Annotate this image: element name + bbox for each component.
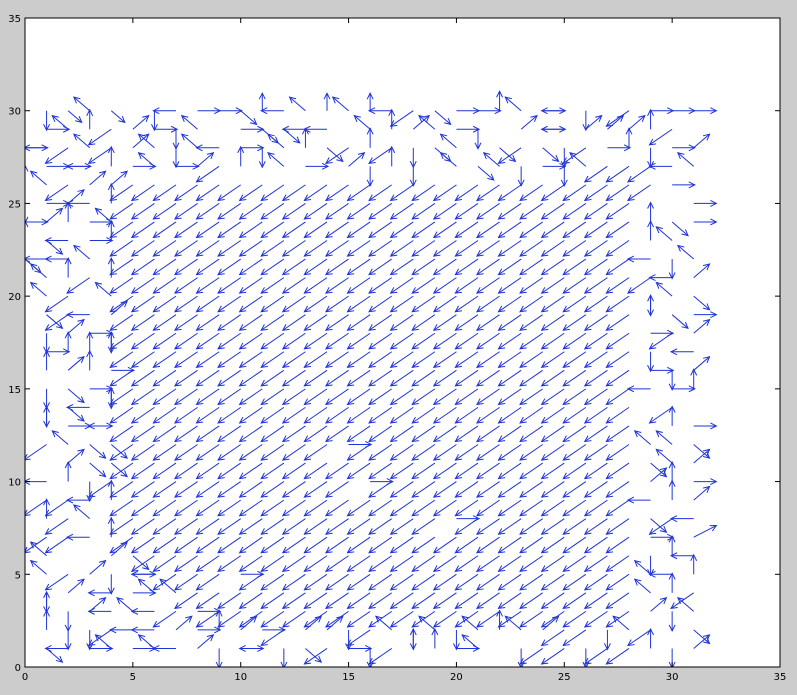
y-tick-label: 10 [8, 478, 21, 489]
x-tick-label: 20 [450, 672, 463, 683]
y-tick-label: 20 [8, 292, 21, 303]
y-tick-label: 25 [8, 199, 21, 210]
x-tick-label: 15 [342, 672, 355, 683]
y-tick-label: 15 [8, 385, 21, 396]
x-tick-label: 5 [130, 672, 136, 683]
x-tick-label: 25 [558, 672, 571, 683]
y-tick-label: 35 [8, 14, 21, 25]
x-tick-label: 0 [22, 672, 28, 683]
y-tick-label: 0 [15, 663, 21, 674]
x-tick-label: 35 [774, 672, 787, 683]
quiver-plot: 0 5 10 15 20 25 30 35 0 5 10 15 20 25 30 35 [2, 14, 787, 683]
axes-area [25, 18, 780, 667]
x-tick-label: 30 [666, 672, 679, 683]
y-tick-label: 5 [15, 570, 21, 581]
x-tick-label: 10 [234, 672, 247, 683]
vector-arrow [2, 163, 25, 169]
y-tick-label: 30 [8, 107, 21, 118]
